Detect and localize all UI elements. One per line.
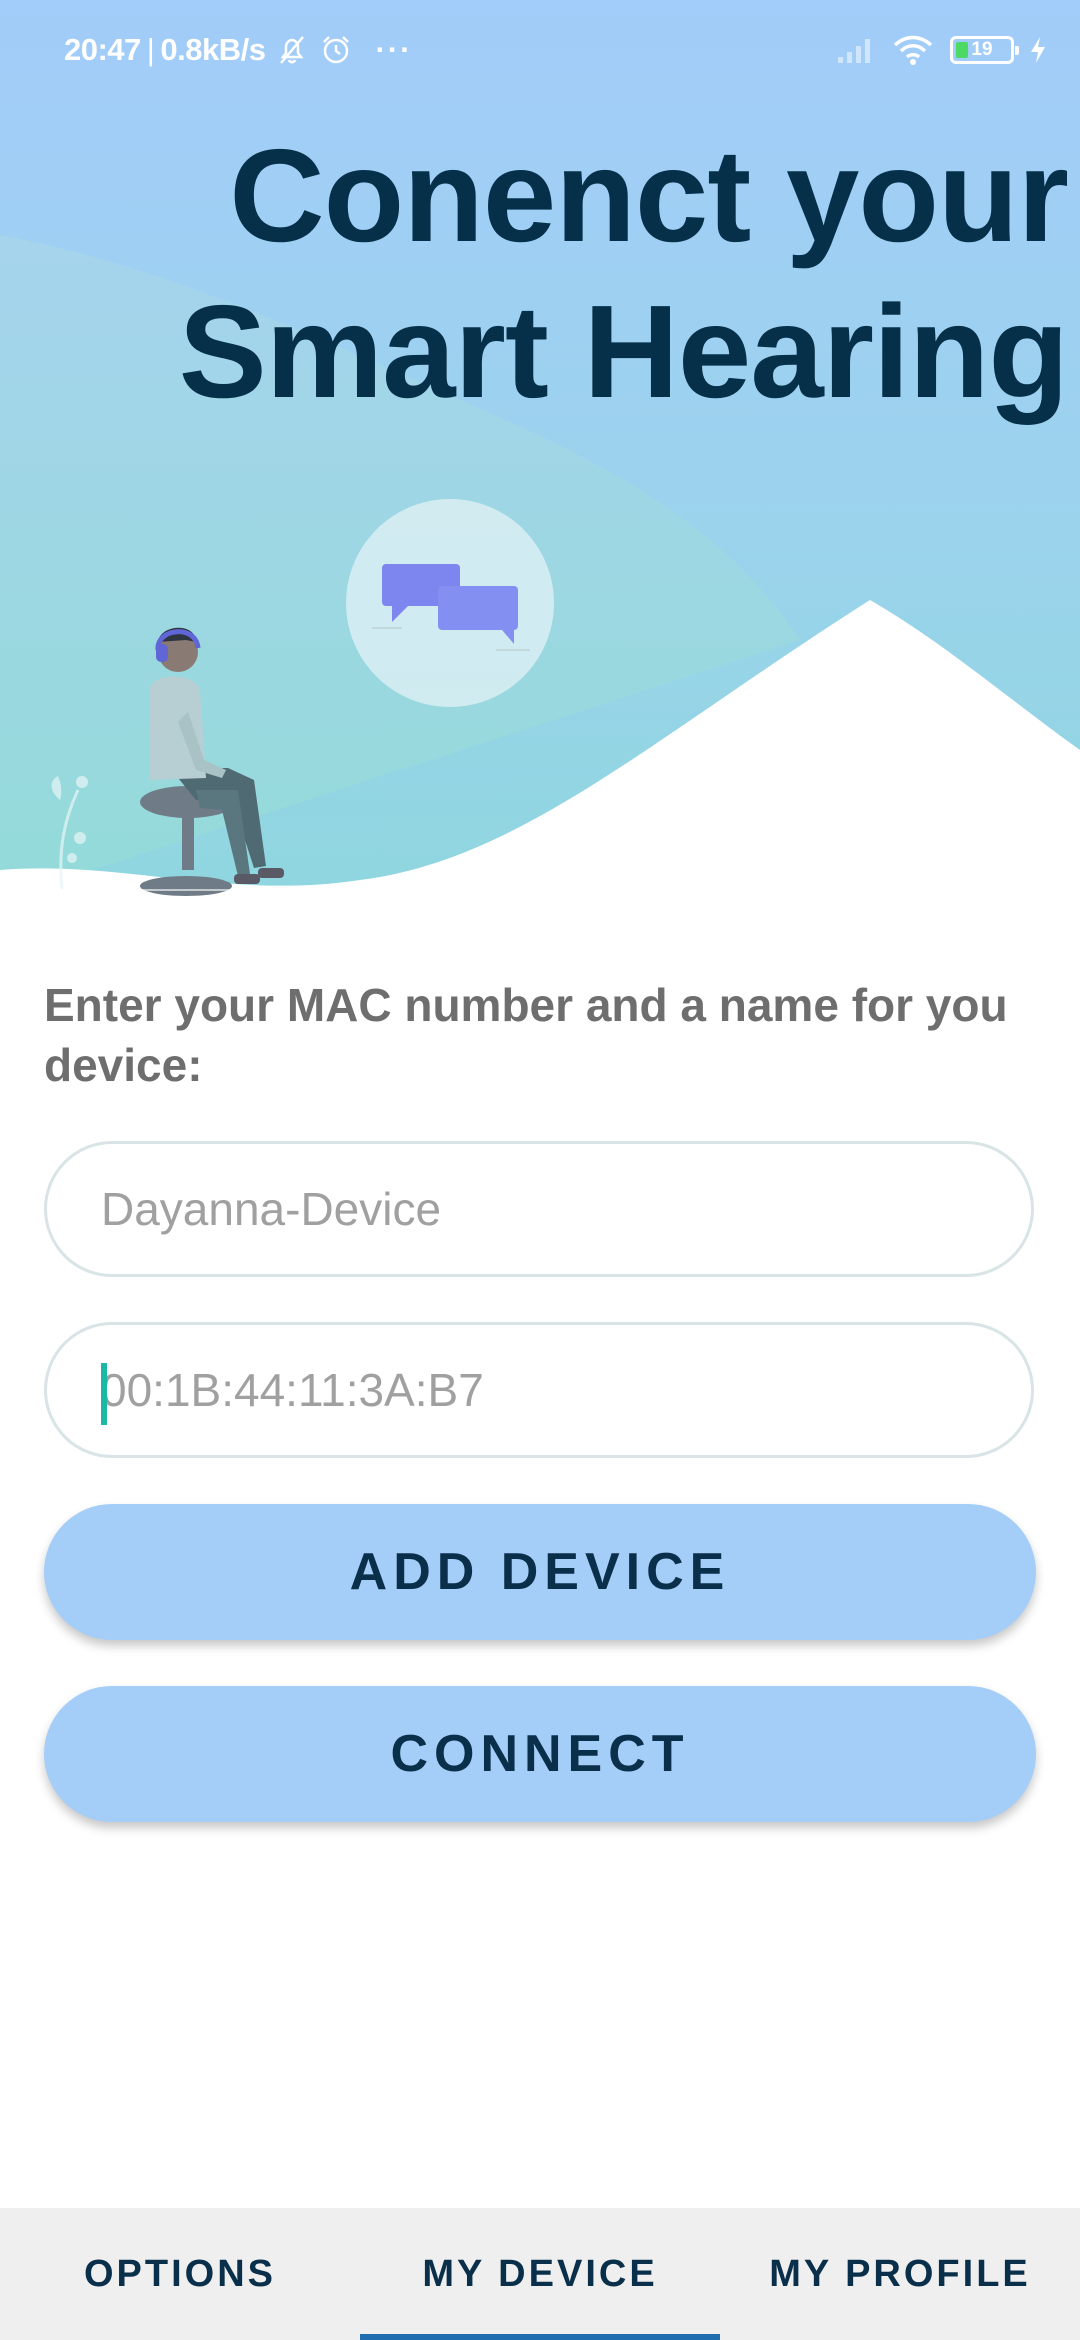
- chat-bubbles-icon: [346, 499, 554, 707]
- tab-options[interactable]: OPTIONS: [0, 2208, 360, 2340]
- more-icon: ···: [375, 32, 413, 67]
- selected-tab-indicator: [360, 2334, 720, 2340]
- hero-illustration: 20:47 | 0.8kB/s ··· 19 Conenct your Smar…: [0, 0, 1080, 900]
- form-prompt: Enter your MAC number and a name for you…: [44, 979, 1008, 1091]
- device-name-field[interactable]: [44, 1141, 1034, 1277]
- battery-icon: 19: [950, 36, 1019, 64]
- status-right: 19: [820, 28, 1048, 72]
- page-title-line-2: Smart Hearing: [178, 278, 1069, 425]
- alarm-icon: [319, 33, 353, 67]
- status-separator: |: [146, 32, 155, 67]
- text-caret: [101, 1363, 107, 1425]
- network-speed: 0.8kB/s: [160, 32, 266, 67]
- bell-off-icon: [275, 33, 309, 67]
- tab-my-profile-label: MY PROFILE: [769, 2252, 1031, 2295]
- status-bar: 20:47 | 0.8kB/s ··· 19: [0, 0, 1080, 100]
- mac-address-input[interactable]: [101, 1363, 981, 1417]
- charging-icon: [1028, 35, 1048, 65]
- tab-my-device[interactable]: MY DEVICE: [360, 2208, 720, 2340]
- signal-icon: [836, 35, 876, 65]
- connect-button[interactable]: CONNECT: [44, 1686, 1036, 1822]
- device-name-input[interactable]: [101, 1182, 981, 1236]
- page-title: Conenct your Smart Hearing: [178, 118, 1069, 430]
- add-device-button[interactable]: ADD DEVICE: [44, 1504, 1036, 1640]
- battery-level: 19: [971, 39, 993, 60]
- tab-my-device-label: MY DEVICE: [422, 2252, 658, 2295]
- status-time: 20:47: [64, 32, 141, 67]
- mac-address-field[interactable]: [44, 1322, 1034, 1458]
- bottom-navigation: OPTIONS MY DEVICE MY PROFILE: [0, 2208, 1080, 2340]
- wifi-icon: [892, 34, 934, 66]
- tab-options-label: OPTIONS: [83, 2252, 277, 2295]
- status-left: 20:47 | 0.8kB/s ···: [64, 30, 412, 70]
- page-title-line-1: Conenct your: [229, 122, 1069, 269]
- tab-my-profile[interactable]: MY PROFILE: [720, 2208, 1080, 2340]
